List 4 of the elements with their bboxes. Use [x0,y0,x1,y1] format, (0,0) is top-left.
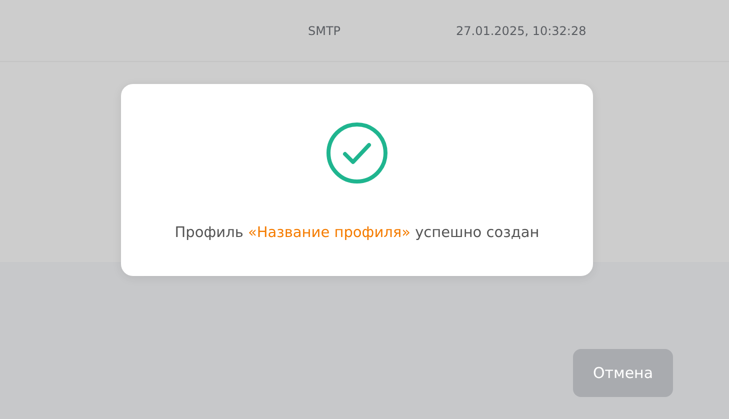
table-cell-text: SMTP [308,24,342,38]
table-cell: 27.01.2025, 10:32:28 [456,24,586,38]
check-circle-icon [326,122,388,184]
success-message: Профиль «Название профиля» успешно создан [174,225,540,241]
